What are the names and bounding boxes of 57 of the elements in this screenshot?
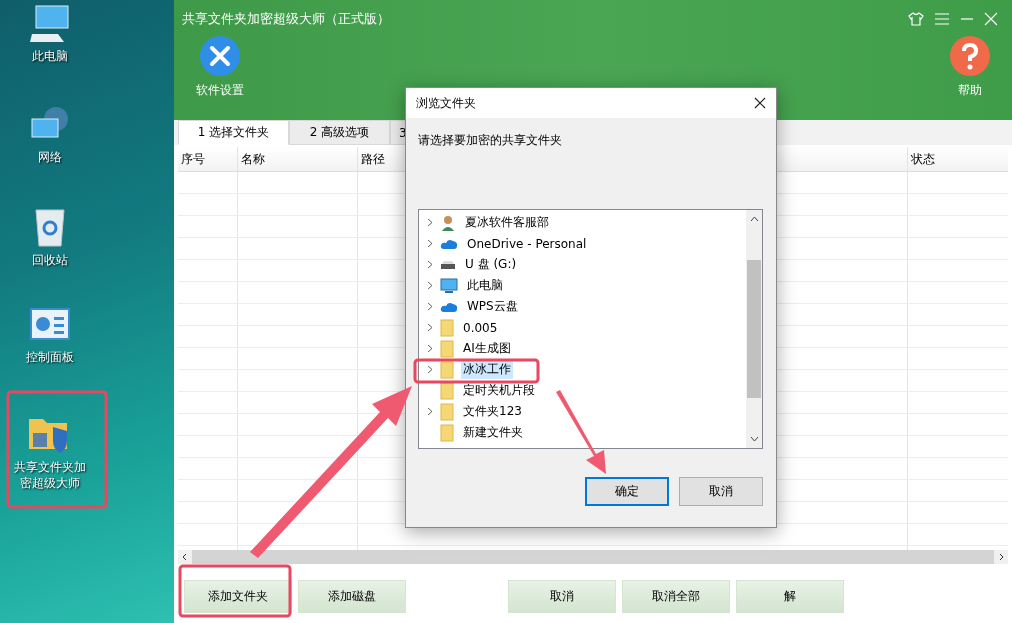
column-header[interactable]: 状态 <box>908 147 1008 171</box>
desktop-icon-label[interactable]: 此电脑 <box>32 48 68 64</box>
monitor-icon <box>440 277 458 294</box>
chevron-icon[interactable] <box>427 407 433 416</box>
folder-icon <box>440 318 454 337</box>
scroll-up-icon[interactable] <box>749 216 759 222</box>
dialog-button[interactable]: 确定 <box>585 477 669 506</box>
horizontal-scrollbar[interactable] <box>178 550 1008 564</box>
vertical-scrollbar[interactable] <box>746 210 762 448</box>
tree-item[interactable]: 0.005 <box>461 319 500 336</box>
folder-icon <box>440 423 454 442</box>
scroll-left-icon[interactable] <box>178 550 192 564</box>
tree-item[interactable]: 定时关机片段 <box>461 381 537 400</box>
tree-item[interactable]: WPS云盘 <box>465 297 520 316</box>
chevron-icon[interactable] <box>427 218 433 227</box>
dialog-prompt: 请选择要加密的共享文件夹 <box>418 132 563 149</box>
folder-icon <box>440 339 454 358</box>
dialog-button[interactable]: 取消 <box>679 477 763 506</box>
tree-item[interactable]: 此电脑 <box>465 276 505 295</box>
dialog-title: 浏览文件夹 <box>416 94 476 112</box>
action-button[interactable]: 解 <box>736 580 844 613</box>
person-icon <box>440 214 456 231</box>
tab[interactable]: 2 高级选项 <box>289 120 390 145</box>
tree-item[interactable]: 夏冰软件客服部 <box>463 213 551 232</box>
tree-item[interactable]: U 盘 (G:) <box>463 255 519 274</box>
chevron-icon[interactable] <box>427 281 433 290</box>
chevron-icon[interactable] <box>427 302 433 311</box>
chevron-icon[interactable] <box>427 260 433 269</box>
action-button[interactable]: 添加文件夹 <box>184 580 292 613</box>
window-title: 共享文件夹加密超级大师（正式版） <box>182 10 390 28</box>
tree-item[interactable]: OneDrive - Personal <box>465 235 589 252</box>
desktop-icon-label[interactable]: 控制面板 <box>26 349 74 365</box>
chevron-icon[interactable] <box>427 344 433 353</box>
column-header[interactable]: 序号 <box>178 147 238 171</box>
tree-item[interactable]: 新建文件夹 <box>461 423 525 442</box>
recycle-bin-icon[interactable] <box>32 206 68 248</box>
column-header[interactable]: 名称 <box>238 147 358 171</box>
cloud-icon <box>440 237 458 250</box>
close-icon[interactable] <box>754 97 766 109</box>
desktop-icon-label[interactable]: 回收站 <box>32 252 68 268</box>
chevron-icon[interactable] <box>427 239 433 248</box>
scroll-right-icon[interactable] <box>994 550 1008 564</box>
shirt-icon[interactable] <box>908 12 924 26</box>
tree-item[interactable]: AI生成图 <box>461 339 513 358</box>
desktop-icon-label[interactable]: 网络 <box>38 149 62 165</box>
action-button[interactable]: 取消全部 <box>622 580 730 613</box>
cloud-icon <box>440 300 458 313</box>
action-button[interactable]: 添加磁盘 <box>298 580 406 613</box>
tab[interactable]: 1 选择文件夹 <box>178 120 289 145</box>
computer-icon[interactable] <box>28 4 72 44</box>
folder-icon <box>440 402 454 421</box>
action-button[interactable]: 取消 <box>508 580 616 613</box>
chevron-icon[interactable] <box>427 323 433 332</box>
tree-item[interactable]: 文件夹123 <box>461 402 524 421</box>
scroll-down-icon[interactable] <box>749 436 759 442</box>
drive-icon <box>440 259 456 270</box>
chevron-icon[interactable] <box>427 365 433 374</box>
